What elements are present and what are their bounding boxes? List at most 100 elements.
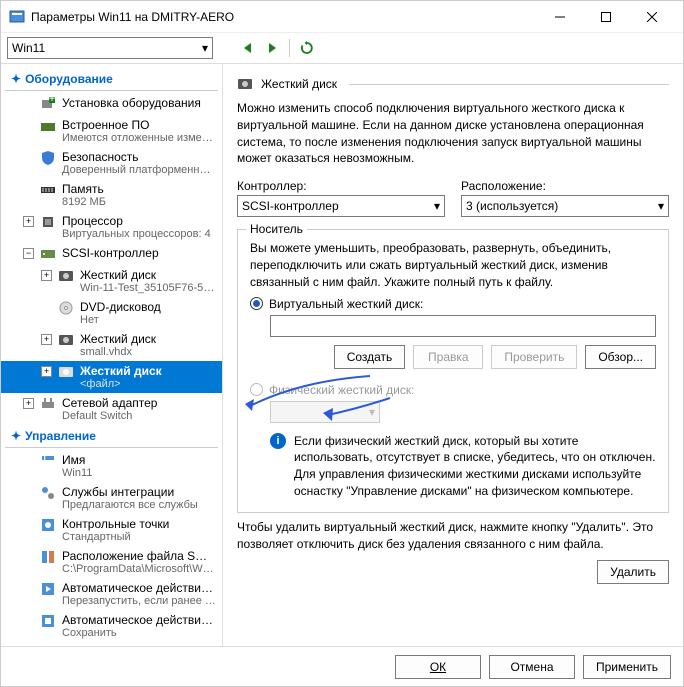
browse-button[interactable]: Обзор... <box>585 345 656 369</box>
controller-select[interactable]: SCSI-контроллер ▾ <box>237 195 445 217</box>
section-management-label: Управление <box>25 429 96 443</box>
expand-icon[interactable]: + <box>41 334 52 345</box>
refresh-button[interactable] <box>298 39 316 57</box>
radio-phys-row: Физический жесткий диск: <box>250 383 656 397</box>
info-icon: i <box>270 433 286 449</box>
separator <box>289 39 290 57</box>
radio-phys-label: Физический жесткий диск: <box>269 383 414 397</box>
phys-info-text: Если физический жесткий диск, который вы… <box>294 433 656 500</box>
section-management[interactable]: ✦ Управление <box>5 425 218 448</box>
window-title: Параметры Win11 на DMITRY-AERO <box>31 10 537 24</box>
create-button[interactable]: Создать <box>334 345 406 369</box>
hdd-icon <box>58 364 74 380</box>
sidebar-item-hdd-2[interactable]: + Жесткий диск small.vhdx <box>1 329 222 361</box>
app-icon <box>9 9 25 25</box>
dvd-icon <box>58 300 74 316</box>
toolbar: Win11 ▾ <box>1 33 683 63</box>
sidebar-item-network[interactable]: + Сетевой адаптер Default Switch <box>1 393 222 425</box>
name-icon: I <box>40 453 56 469</box>
chevron-down-icon: ▾ <box>369 405 375 419</box>
autostop-icon <box>40 613 56 629</box>
hdd-icon <box>58 332 74 348</box>
hdd-icon <box>58 268 74 284</box>
expand-icon[interactable]: + <box>23 398 34 409</box>
sidebar-item-autostop[interactable]: Автоматическое действие при ос Сохранить <box>1 610 222 642</box>
media-fieldset: Носитель Вы можете уменьшить, преобразов… <box>237 229 669 513</box>
vhd-path-input[interactable] <box>270 315 656 337</box>
network-icon <box>40 396 56 412</box>
minimize-button[interactable] <box>537 1 583 33</box>
main-pane: Жесткий диск Можно изменить способ подкл… <box>223 64 683 646</box>
sidebar-item-memory[interactable]: Память 8192 МБ <box>1 179 222 211</box>
radio-vhd-label: Виртуальный жесткий диск: <box>269 297 423 311</box>
expand-icon[interactable]: + <box>41 270 52 281</box>
controller-value: SCSI-контроллер <box>242 199 339 213</box>
controller-label: Контроллер: <box>237 179 445 193</box>
section-hardware-label: Оборудование <box>25 72 113 86</box>
sidebar-item-add-hardware[interactable]: + Установка оборудования <box>1 93 222 115</box>
svg-text:I: I <box>43 453 46 463</box>
titlebar: Параметры Win11 на DMITRY-AERO <box>1 1 683 33</box>
location-label: Расположение: <box>461 179 669 193</box>
cancel-button[interactable]: Отмена <box>489 655 575 679</box>
radio-vhd[interactable] <box>250 297 263 310</box>
chevron-down-icon: ▾ <box>202 41 208 55</box>
svg-text:+: + <box>48 96 55 105</box>
sidebar-item-services[interactable]: Службы интеграции Предлагаются все служб… <box>1 482 222 514</box>
sidebar-item-firmware[interactable]: Встроенное ПО Имеются отложенные изменен… <box>1 115 222 147</box>
pane-title: Жесткий диск <box>261 77 337 91</box>
delete-desc: Чтобы удалить виртуальный жесткий диск, … <box>237 519 669 553</box>
check-button: Проверить <box>491 345 577 369</box>
chevron-down-icon: ▾ <box>434 199 440 213</box>
autostart-icon <box>40 581 56 597</box>
memory-icon <box>40 182 56 198</box>
desc-text: Можно изменить способ подключения виртуа… <box>237 100 669 167</box>
apply-button[interactable]: Применить <box>583 655 671 679</box>
ok-button[interactable]: ОК <box>395 655 481 679</box>
sidebar-item-scsi[interactable]: − SCSI-контроллер <box>1 243 222 265</box>
sidebar-item-security[interactable]: Безопасность Доверенный платформенный мо <box>1 147 222 179</box>
sidebar-item-autostart[interactable]: Автоматическое действие при за Перезапус… <box>1 578 222 610</box>
star-icon: ✦ <box>11 72 21 86</box>
location-select[interactable]: 3 (используется) ▾ <box>461 195 669 217</box>
delete-button[interactable]: Удалить <box>597 560 669 584</box>
edit-button: Правка <box>413 345 483 369</box>
expand-icon[interactable]: + <box>23 216 34 227</box>
expand-icon[interactable]: + <box>41 366 52 377</box>
footer: ОК Отмена Применить <box>1 646 683 686</box>
section-hardware[interactable]: ✦ Оборудование <box>5 68 218 91</box>
checkpoints-icon <box>40 517 56 533</box>
nav-forward-button[interactable] <box>263 39 281 57</box>
sidebar-item-name[interactable]: I Имя Win11 <box>1 450 222 482</box>
settings-window: Параметры Win11 на DMITRY-AERO Win11 ▾ ✦… <box>0 0 684 687</box>
sidebar-item-cpu[interactable]: + Процессор Виртуальных процессоров: 4 <box>1 211 222 243</box>
sidebar-item-hdd-1[interactable]: + Жесткий диск Win-11-Test_35105F76-5D9D… <box>1 265 222 297</box>
location-value: 3 (используется) <box>466 199 558 213</box>
maximize-button[interactable] <box>583 1 629 33</box>
vm-selector[interactable]: Win11 ▾ <box>7 37 213 59</box>
add-hardware-icon: + <box>40 96 56 112</box>
services-icon <box>40 485 56 501</box>
star-icon: ✦ <box>11 429 21 443</box>
vm-selector-value: Win11 <box>12 41 45 55</box>
sidebar-item-dvd[interactable]: DVD-дисковод Нет <box>1 297 222 329</box>
close-button[interactable] <box>629 1 675 33</box>
scsi-icon <box>40 246 56 262</box>
paging-icon <box>40 549 56 565</box>
hdd-icon <box>237 76 253 92</box>
chevron-down-icon: ▾ <box>658 199 664 213</box>
media-desc: Вы можете уменьшить, преобразовать, разв… <box>250 240 656 290</box>
nav-back-button[interactable] <box>239 39 257 57</box>
sidebar-item-hdd-3[interactable]: + Жесткий диск <файл> <box>1 361 222 393</box>
radio-phys <box>250 383 263 396</box>
sidebar-item-checkpoints[interactable]: Контрольные точки Стандартный <box>1 514 222 546</box>
phys-disk-select: ▾ <box>270 401 380 423</box>
sidebar: ✦ Оборудование + Установка оборудования … <box>1 64 223 646</box>
media-legend: Носитель <box>246 222 307 236</box>
shield-icon <box>40 150 56 166</box>
cpu-icon <box>40 214 56 230</box>
radio-vhd-row[interactable]: Виртуальный жесткий диск: <box>250 297 656 311</box>
collapse-icon[interactable]: − <box>23 248 34 259</box>
sidebar-item-paging[interactable]: Расположение файла Smart Paging C:\Progr… <box>1 546 222 578</box>
firmware-icon <box>40 118 56 134</box>
